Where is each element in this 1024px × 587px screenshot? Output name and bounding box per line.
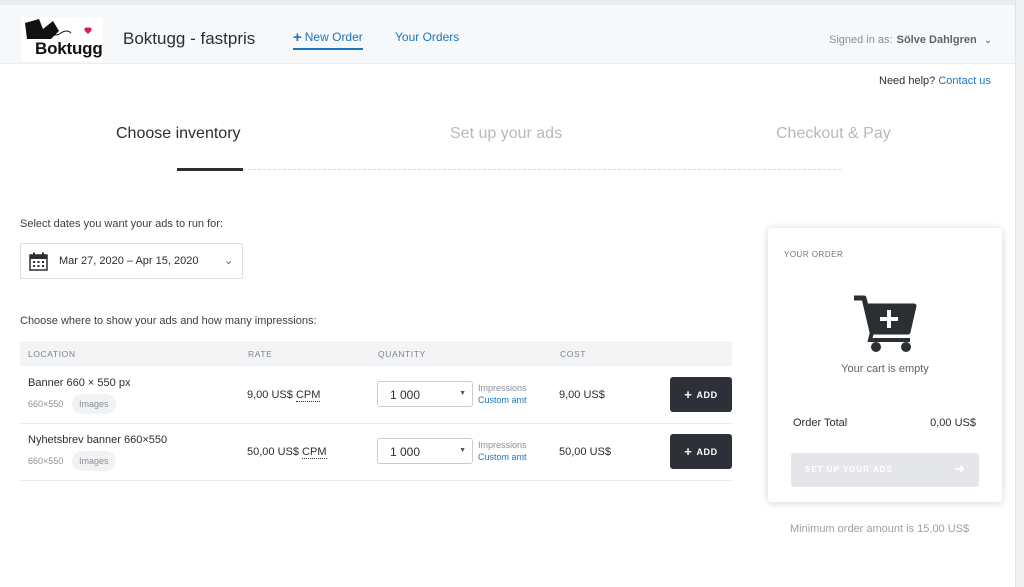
vertical-scrollbar[interactable] — [1015, 0, 1024, 587]
nav-new-order[interactable]: + New Order — [293, 30, 363, 50]
cost-value: 9,00 US$ — [559, 389, 605, 401]
custom-amount-link[interactable]: Custom amt — [478, 452, 527, 462]
minimum-order-note: Minimum order amount is 15,00 US$ — [790, 523, 970, 535]
table-row: Nyhetsbrev banner 660×550 660×550 Images… — [20, 424, 732, 481]
rate-unit[interactable]: CPM — [302, 446, 327, 459]
arrow-right-icon: ➜ — [954, 461, 965, 476]
user-menu[interactable]: Signed in as: Sölve Dahlgren ⌄ — [829, 34, 992, 46]
rate-amount: 9,00 US$ — [247, 389, 293, 401]
plus-icon: + — [293, 28, 302, 46]
placement-type-tag: Images — [72, 394, 116, 414]
app-title: Boktugg - fastpris — [123, 29, 256, 48]
quantity-select[interactable]: 1 000 ▼ — [377, 381, 473, 407]
plus-icon: + — [684, 386, 693, 402]
caret-down-icon: ▼ — [459, 447, 466, 454]
set-up-ads-button-label: SET UP YOUR ADS — [805, 465, 893, 474]
help-text: Need help? — [879, 75, 936, 87]
custom-amount-link[interactable]: Custom amt — [478, 395, 527, 405]
dates-label: Select dates you want your ads to run fo… — [20, 218, 224, 230]
cart-empty-text: Your cart is empty — [841, 363, 929, 375]
calendar-icon — [29, 252, 48, 271]
step-set-up-ads[interactable]: Set up your ads — [450, 125, 562, 143]
column-header-quantity: QUANTITY — [378, 349, 426, 359]
cart-add-icon — [854, 295, 917, 352]
help-line: Need help? Contact us — [879, 75, 991, 87]
placement-type-tag: Images — [72, 451, 116, 471]
rate-amount: 50,00 US$ — [247, 446, 299, 458]
add-button-label: ADD — [696, 389, 718, 400]
nav-new-order-label: New Order — [304, 30, 363, 44]
step-progress-track — [243, 169, 841, 170]
plus-icon: + — [684, 443, 693, 459]
brand-logo[interactable]: Boktugg — [21, 17, 103, 61]
rate-value: 50,00 US$ CPM — [247, 446, 327, 459]
column-header-location: LOCATION — [28, 349, 76, 359]
order-total-label: Order Total — [793, 417, 848, 429]
table-row: Banner 660 × 550 px 660×550 Images 9,00 … — [20, 367, 732, 424]
placement-name: Banner 660 × 550 px — [28, 377, 131, 389]
add-button-label: ADD — [696, 446, 718, 457]
order-total-value: 0,00 US$ — [930, 417, 976, 429]
step-choose-inventory[interactable]: Choose inventory — [116, 125, 241, 143]
chevron-down-icon: ⌄ — [224, 255, 234, 267]
placement-size: 660×550 — [28, 399, 64, 409]
set-up-ads-button[interactable]: SET UP YOUR ADS ➜ — [791, 453, 979, 487]
date-range-value: Mar 27, 2020 – Apr 15, 2020 — [59, 255, 199, 267]
contact-us-link[interactable]: Contact us — [938, 75, 991, 87]
table-header: LOCATION RATE QUANTITY COST — [20, 341, 732, 366]
nav-your-orders[interactable]: Your Orders — [395, 30, 459, 44]
impressions-label: Impressions — [478, 383, 527, 393]
chevron-down-icon: ⌄ — [983, 34, 993, 46]
quantity-value: 1 000 — [390, 445, 421, 459]
date-range-picker[interactable]: Mar 27, 2020 – Apr 15, 2020 ⌄ — [20, 243, 243, 279]
placement-name: Nyhetsbrev banner 660×550 — [28, 434, 168, 446]
rate-unit[interactable]: CPM — [295, 389, 321, 402]
step-active-indicator — [177, 168, 243, 171]
signed-in-prefix: Signed in as: — [829, 34, 893, 46]
impressions-label: Impressions — [478, 440, 527, 450]
rate-value: 9,00 US$ CPM — [247, 389, 321, 402]
order-title: YOUR ORDER — [784, 250, 844, 259]
column-header-cost: COST — [560, 349, 587, 359]
quantity-select[interactable]: 1 000 ▼ — [377, 438, 473, 464]
user-name: Sölve Dahlgren — [896, 34, 977, 46]
column-header-rate: RATE — [248, 349, 273, 359]
top-navigation-bar: Boktugg Boktugg - fastpris + New Order Y… — [0, 0, 1015, 64]
app-window: Boktugg Boktugg - fastpris + New Order Y… — [0, 0, 1024, 587]
step-checkout-pay[interactable]: Checkout & Pay — [776, 125, 891, 143]
inventory-label: Choose where to show your ads and how ma… — [20, 315, 317, 327]
placement-size: 660×550 — [28, 456, 64, 466]
caret-down-icon: ▼ — [459, 390, 466, 397]
cost-value: 50,00 US$ — [559, 446, 611, 458]
logo-text: Boktugg — [35, 39, 103, 58]
order-summary-card: YOUR ORDER Your cart is empty Order Tota… — [768, 228, 1002, 502]
add-button[interactable]: + ADD — [670, 377, 732, 412]
quantity-value: 1 000 — [390, 388, 421, 402]
add-button[interactable]: + ADD — [670, 434, 732, 469]
